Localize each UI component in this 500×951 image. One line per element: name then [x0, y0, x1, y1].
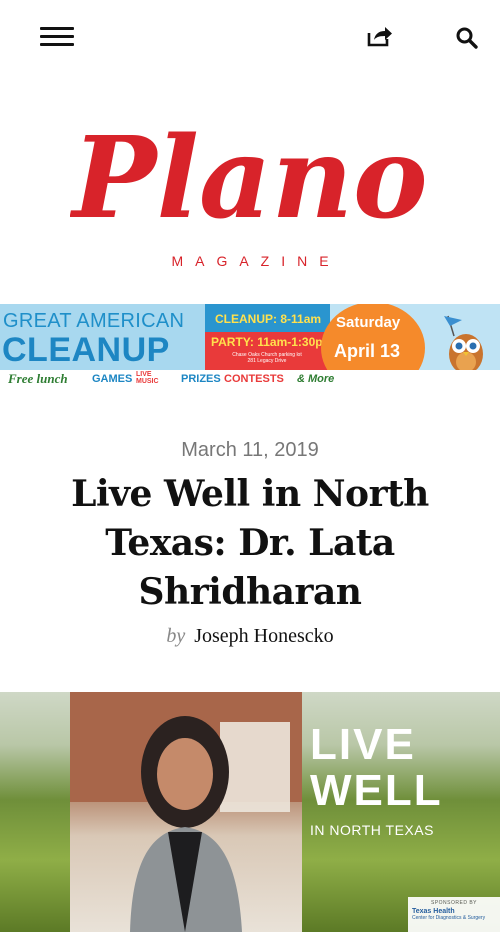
ad-location-2: 281 Legacy Drive	[247, 358, 287, 364]
ad-date: April 13	[334, 341, 401, 361]
banner-ad[interactable]: GREAT AMERICAN CLEANUP CLEANUP: 8-11am P…	[0, 304, 500, 388]
plano-wordmark: Plano	[70, 113, 428, 244]
search-icon[interactable]	[455, 26, 479, 50]
ad-title-block: GREAT AMERICAN CLEANUP	[0, 304, 205, 370]
hero-headline-2: WELL	[310, 766, 443, 815]
live-well-text: LIVE WELL IN NORTH TEXAS	[310, 720, 443, 839]
article-date: March 11, 2019	[181, 439, 319, 461]
hamburger-menu-icon[interactable]	[40, 27, 74, 47]
portrait-figure	[70, 692, 302, 932]
ad-feature: CONTESTS	[224, 373, 284, 385]
ad-feature: Free lunch	[8, 371, 68, 386]
logo-wordmark-text: Plano	[70, 113, 428, 244]
logo-subtitle: MAGAZINE	[171, 253, 341, 269]
ad-line2: CLEANUP	[2, 331, 170, 369]
ad-party-time: PARTY: 11am-1:30pm	[211, 335, 334, 349]
site-logo[interactable]: Plano	[70, 105, 430, 255]
top-bar	[0, 0, 500, 75]
sponsor-badge: SPONSORED BY Texas Health Center for Dia…	[408, 897, 500, 932]
portrait-photo	[70, 692, 302, 932]
ad-party-block: PARTY: 11am-1:30pm Chase Oaks Church par…	[205, 332, 334, 370]
share-icon[interactable]	[366, 24, 394, 48]
owl-mascot-icon	[444, 315, 483, 374]
article-byline: by Joseph Honescko	[0, 625, 500, 648]
ad-feature: PRIZES	[181, 373, 221, 385]
ad-line1: GREAT AMERICAN	[3, 310, 185, 332]
sponsor-label: SPONSORED BY	[430, 900, 477, 906]
ad-cleanup-time: CLEANUP: 8-11am	[205, 304, 330, 332]
ad-feature: LIVE MUSIC	[136, 371, 159, 385]
hero-headline-1: LIVE	[310, 720, 416, 769]
ad-feature: & More	[297, 373, 335, 385]
sponsor-sub: Center for Diagnostics & Surgery	[412, 915, 486, 921]
hero-subline: IN NORTH TEXAS	[310, 822, 434, 838]
ad-feature: GAMES	[92, 373, 133, 385]
ad-feature-strip: Free lunch GAMES LIVE MUSIC PRIZES CONTE…	[0, 370, 500, 388]
ad-day: Saturday	[336, 314, 401, 331]
hero-image[interactable]: LIVE WELL IN NORTH TEXAS SPONSORED BY Te…	[0, 692, 500, 932]
byline-label: by	[166, 625, 186, 647]
ad-times-block: CLEANUP: 8-11am PARTY: 11am-1:30pm Chase…	[205, 304, 334, 370]
sponsor-name: Texas Health	[412, 908, 455, 915]
article-title: Live Well in North Texas: Dr. Lata Shrid…	[71, 473, 429, 613]
author-link[interactable]: Joseph Honescko	[194, 625, 333, 647]
